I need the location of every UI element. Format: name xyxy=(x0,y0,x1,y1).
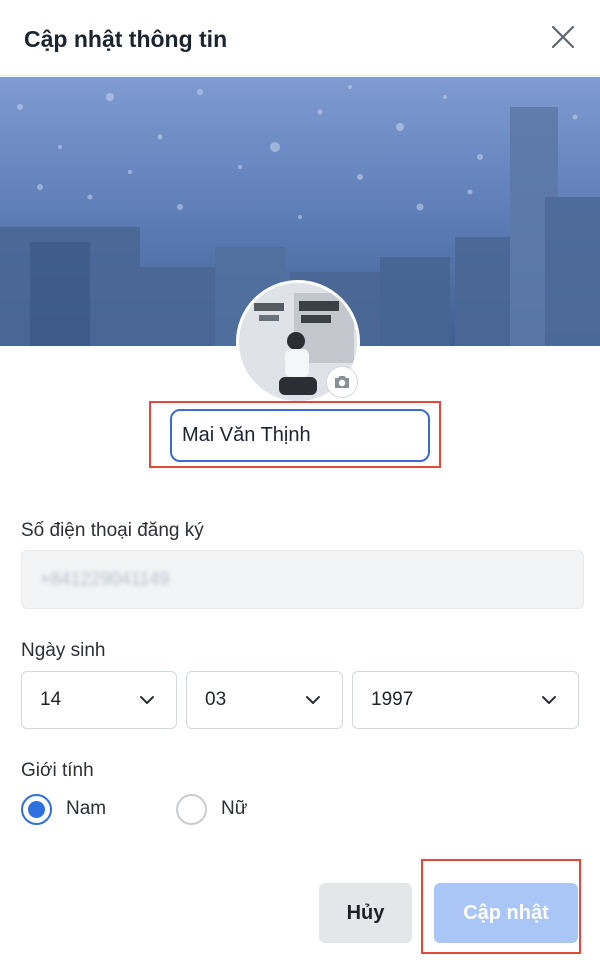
cancel-button[interactable]: Hủy xyxy=(319,883,412,943)
camera-icon[interactable] xyxy=(326,366,358,398)
gender-label: Giới tính xyxy=(21,760,94,781)
chevron-down-icon xyxy=(140,696,154,704)
chevron-down-icon xyxy=(542,696,556,704)
dialog-header: Cập nhật thông tin xyxy=(0,0,600,76)
radio-selected-icon xyxy=(21,793,52,825)
gender-option-female[interactable]: Nữ xyxy=(176,792,247,826)
day-select[interactable]: 14 xyxy=(21,671,177,729)
phone-label: Số điện thoại đăng ký xyxy=(21,520,204,541)
gender-option-male[interactable]: Nam xyxy=(21,792,106,826)
radio-unselected-icon xyxy=(176,793,207,825)
month-value: 03 xyxy=(205,689,227,710)
phone-value: +841229041149 xyxy=(40,569,170,589)
phone-field: +841229041149 xyxy=(21,550,584,609)
avatar-container xyxy=(236,280,360,404)
birthday-label: Ngày sinh xyxy=(21,640,106,661)
update-button[interactable]: Cập nhật xyxy=(434,883,578,943)
gender-male-label: Nam xyxy=(66,798,107,819)
display-name-input[interactable] xyxy=(170,409,430,462)
month-select[interactable]: 03 xyxy=(186,671,343,729)
year-value: 1997 xyxy=(371,689,414,710)
chevron-down-icon xyxy=(306,696,320,704)
dialog-title: Cập nhật thông tin xyxy=(24,26,228,52)
day-value: 14 xyxy=(40,689,62,710)
close-icon[interactable] xyxy=(548,22,578,52)
year-select[interactable]: 1997 xyxy=(352,671,579,729)
gender-female-label: Nữ xyxy=(221,798,248,819)
